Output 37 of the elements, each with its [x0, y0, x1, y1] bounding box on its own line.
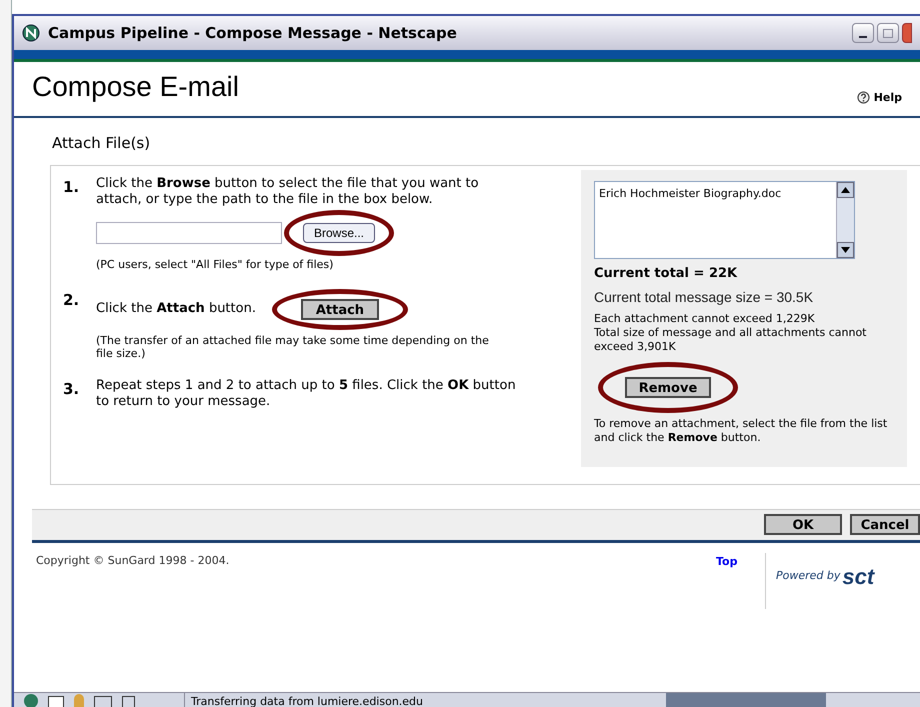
ok-button[interactable]: OK [764, 514, 842, 535]
step-instruction: Click the Browse button to select the file that you want to attach, or type the path to the file in the box below. [96, 176, 480, 208]
status-text: Transferring data from lumiere.edison.edu [184, 693, 664, 707]
size-limit-text: Total size of message and all attachments cannot exceed 3,901K [594, 326, 868, 354]
sct-logo: sct [842, 566, 874, 588]
section-title: Attach File(s) [52, 133, 152, 154]
close-button[interactable] [902, 23, 912, 43]
step-number: 2. [63, 290, 80, 310]
page-heading: Compose E-mail [32, 70, 239, 104]
step-note: (The transfer of an attached file may take some time depending on the file size.) [96, 334, 490, 360]
message-size: Current total message size = 30.5K [594, 288, 814, 307]
step-instruction: Repeat steps 1 and 2 to attach up to 5 files. Click the OK button to return to your message. [96, 378, 517, 410]
top-link[interactable]: Top [716, 552, 765, 604]
attach-button[interactable]: Attach [300, 298, 379, 320]
netscape-status-icon[interactable] [24, 694, 38, 707]
browse-button[interactable]: Browse... [303, 222, 376, 242]
step-number: 1. [63, 176, 80, 198]
help-link[interactable]: Help [856, 90, 902, 106]
current-total: Current total = 22K [594, 264, 738, 282]
attachment-item[interactable]: Erich Hochmeister Biography.doc [599, 186, 832, 202]
window-title: Campus Pipeline - Compose Message - Netscape [48, 22, 457, 44]
cancel-button[interactable]: Cancel [850, 514, 920, 535]
help-icon [856, 91, 870, 104]
file-path-field[interactable] [96, 222, 282, 244]
minimize-button[interactable] [852, 23, 874, 43]
scroll-down-icon[interactable] [837, 242, 854, 258]
step-note: (PC users, select "All Files" for type of files) [96, 258, 334, 270]
step-instruction: Click the Attach button. [96, 301, 256, 317]
step-number: 3. [63, 378, 80, 400]
netscape-logo-icon [22, 24, 40, 42]
attachment-list[interactable]: Erich Hochmeister Biography.doc [594, 180, 855, 258]
remove-button[interactable]: Remove [625, 377, 711, 398]
remove-instructions: To remove an attachment, select the file from the list and click the Remove button. [594, 417, 888, 445]
powered-by-text: Powered by [776, 568, 840, 584]
size-limit-text: Each attachment cannot exceed 1,229K [594, 312, 816, 326]
scroll-up-icon[interactable] [837, 182, 854, 198]
copyright-text: Copyright © SunGard 1998 - 2004. [35, 552, 230, 568]
